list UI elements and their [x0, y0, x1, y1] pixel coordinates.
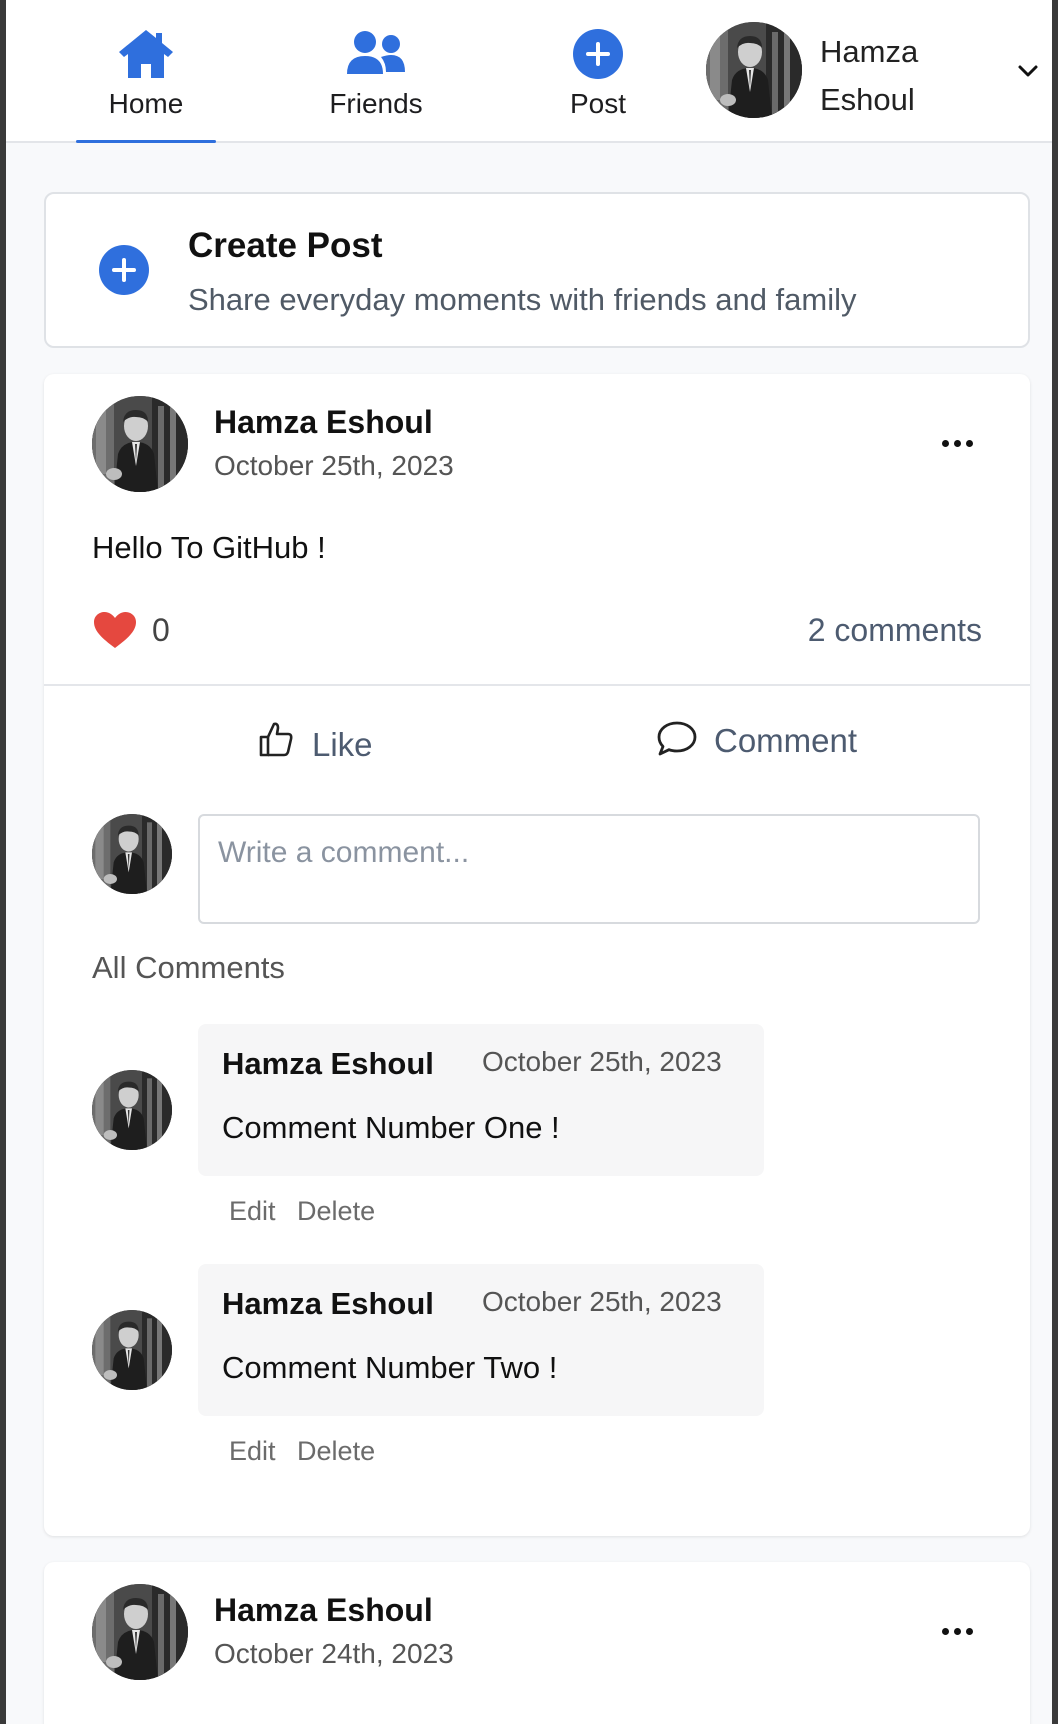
- comment-actions: Edit Delete: [229, 1436, 389, 1467]
- more-options-icon[interactable]: [942, 1622, 982, 1636]
- nav-post-label: Post: [569, 88, 627, 119]
- comment-button[interactable]: Comment: [656, 720, 876, 764]
- post-date: October 25th, 2023: [214, 450, 454, 481]
- comment-date: October 25th, 2023: [482, 1046, 722, 1077]
- post-text: Hello To GitHub !: [92, 530, 326, 565]
- create-post-subtitle: Share everyday moments with friends and …: [188, 282, 857, 317]
- speech-bubble-icon: [657, 721, 697, 756]
- thumbs-up-icon: [259, 722, 293, 757]
- comment-author[interactable]: Hamza Eshoul: [222, 1046, 434, 1082]
- heart-icon: [94, 612, 136, 648]
- friends-icon: [347, 31, 405, 74]
- like-label: Like: [312, 726, 373, 763]
- home-icon: [119, 30, 173, 78]
- nav-home-label: Home: [108, 88, 184, 119]
- comment-date: October 25th, 2023: [482, 1286, 722, 1317]
- plus-circle-icon: [573, 29, 623, 79]
- active-tab-indicator: [76, 140, 216, 143]
- avatar[interactable]: [92, 1584, 188, 1680]
- comment-actions: Edit Delete: [229, 1196, 389, 1227]
- more-options-icon[interactable]: [942, 434, 982, 448]
- avatar: [706, 22, 802, 118]
- user-first-name: Hamza: [820, 34, 919, 69]
- comments-count-link[interactable]: 2 comments: [808, 612, 982, 649]
- post-card: Hamza Eshoul October 25th, 2023 Hello To…: [44, 374, 1030, 1536]
- top-navigation: Home Friends Post Hamza Eshoul: [6, 0, 1052, 143]
- nav-home[interactable]: Home: [66, 26, 226, 143]
- comment-text: Comment Number One !: [222, 1110, 560, 1145]
- delete-comment-button[interactable]: Delete: [297, 1196, 375, 1226]
- post-date: October 24th, 2023: [214, 1638, 454, 1669]
- plus-circle-icon: [99, 245, 149, 295]
- avatar[interactable]: [92, 396, 188, 492]
- nav-friends-label: Friends: [329, 88, 423, 119]
- user-name: Hamza Eshoul: [820, 28, 970, 124]
- user-menu[interactable]: Hamza Eshoul: [706, 22, 1041, 122]
- comment-author[interactable]: Hamza Eshoul: [222, 1286, 434, 1322]
- nav-post[interactable]: Post: [518, 26, 678, 143]
- nav-friends[interactable]: Friends: [296, 26, 456, 143]
- chevron-down-icon[interactable]: [1015, 58, 1041, 84]
- avatar[interactable]: [92, 1070, 172, 1150]
- comment-text: Comment Number Two !: [222, 1350, 558, 1385]
- avatar[interactable]: [92, 1310, 172, 1390]
- post-author[interactable]: Hamza Eshoul: [214, 404, 433, 441]
- all-comments-heading: All Comments: [92, 950, 285, 985]
- create-post-title: Create Post: [188, 226, 383, 265]
- comment-input[interactable]: [198, 814, 980, 924]
- delete-comment-button[interactable]: Delete: [297, 1436, 375, 1466]
- comment-item: Hamza Eshoul October 25th, 2023 Comment …: [198, 1264, 764, 1416]
- likes-count: 0: [152, 612, 170, 648]
- avatar: [92, 814, 172, 894]
- post-card: Hamza Eshoul October 24th, 2023: [44, 1562, 1030, 1724]
- divider: [44, 684, 1030, 686]
- post-author[interactable]: Hamza Eshoul: [214, 1592, 433, 1629]
- user-last-name: Eshoul: [820, 82, 915, 117]
- edit-comment-button[interactable]: Edit: [229, 1436, 276, 1466]
- comment-label: Comment: [714, 722, 858, 759]
- comment-item: Hamza Eshoul October 25th, 2023 Comment …: [198, 1024, 764, 1176]
- edit-comment-button[interactable]: Edit: [229, 1196, 276, 1226]
- like-button[interactable]: Like: [258, 720, 398, 764]
- create-post-card[interactable]: Create Post Share everyday moments with …: [44, 192, 1030, 348]
- app-window: Home Friends Post Hamza Eshoul Create Po…: [0, 0, 1058, 1724]
